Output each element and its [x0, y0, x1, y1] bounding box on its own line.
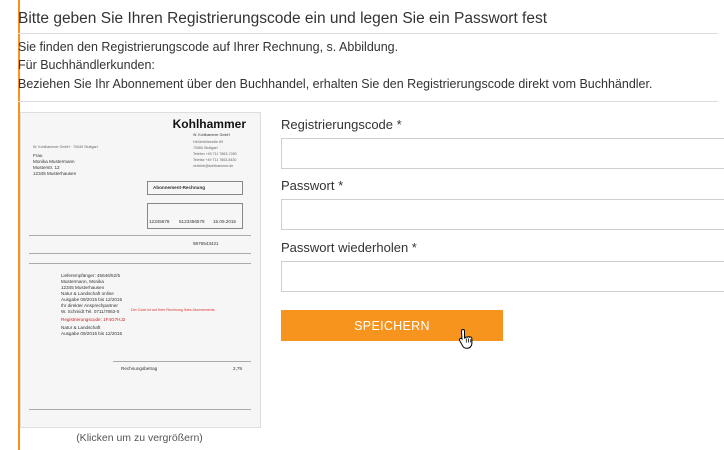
- invoice-title: Abonnement-Rechnung: [153, 185, 206, 190]
- invoice-sender-line: W. Kohlhammer GmbH · 70549 Stuttgart: [33, 145, 98, 149]
- invoice-item-line: Natur & Landschaft online: [61, 291, 114, 296]
- invoice-item-line: Mustermann, Monika: [61, 279, 104, 284]
- invoice-item-line: Natur & Landschaft: [61, 325, 101, 330]
- invoice-date: 15.09.2015: [213, 219, 236, 224]
- invoice-recipient-line: Frau: [33, 153, 43, 158]
- invoice-recipient-line: 12345 Musterhausen: [33, 171, 77, 176]
- invoice-number-box: [147, 203, 243, 229]
- invoice-order-no: 9876543421: [193, 241, 219, 246]
- invoice-address-line: vertrieb@kohlhammer.de: [193, 164, 234, 168]
- registration-code-input[interactable]: [281, 138, 724, 169]
- password-input[interactable]: [281, 199, 724, 230]
- invoice-recipient-line: Musterstr. 12: [33, 165, 60, 170]
- invoice-footer-rule: [29, 409, 251, 410]
- password-repeat-input[interactable]: [281, 261, 724, 292]
- invoice-item-line: Ihr direkter Ansprechpartner: [61, 303, 118, 308]
- registration-code-label: Registrierungscode *: [281, 117, 402, 132]
- invoice-item-line: Ausgabe 09/2015 bis 12/2015: [61, 297, 123, 302]
- invoice-address-line: Telefon +49 711 7863-7280: [193, 152, 237, 156]
- invoice-registration-code: Registrierungscode: 1F4G7HJ2: [61, 317, 126, 322]
- invoice-item-line: Ausgabe 09/2015 bis 12/2015: [61, 331, 123, 336]
- invoice-recipient-line: Monika Mustermann: [33, 159, 75, 164]
- info-text-2: Für Buchhändlerkunden:: [18, 58, 155, 72]
- invoice-number: 5123456578: [179, 219, 205, 224]
- invoice-address-line: Telefax +49 711 7863-8430: [193, 158, 237, 162]
- invoice-rule: [29, 253, 251, 254]
- invoice-address-line: 70565 Stuttgart: [193, 146, 218, 150]
- page-title: Bitte geben Sie Ihren Registrierungscode…: [18, 10, 548, 27]
- invoice-address-line: Heßbrühlstraße 69: [193, 140, 223, 144]
- invoice-rule: [29, 263, 251, 264]
- invoice-thumbnail[interactable]: Kohlhammer W. Kohlhammer GmbH Heßbrühlst…: [20, 112, 261, 428]
- title-divider: [18, 33, 718, 34]
- info-divider: [18, 101, 718, 102]
- hand-pointer-icon: [458, 328, 476, 355]
- info-text-3: Beziehen Sie Ihr Abonnement über den Buc…: [18, 77, 653, 91]
- password-label: Passwort *: [281, 178, 344, 193]
- invoice-rule: [29, 235, 251, 236]
- invoice-item-line: 12345 Musterhausen: [61, 285, 105, 290]
- invoice-total-value: 2,79: [233, 366, 242, 371]
- invoice-logo: Kohlhammer: [172, 117, 246, 131]
- enlarge-caption[interactable]: (Klicken um zu vergrößern): [20, 432, 259, 444]
- info-text-1: Sie finden den Registrierungscode auf Ih…: [18, 40, 399, 54]
- invoice-number: 12345678: [149, 219, 170, 224]
- password-repeat-label: Passwort wiederholen *: [281, 240, 417, 255]
- invoice-item-line: Lieferempfänger: 45646/52/5: [61, 273, 120, 278]
- invoice-publisher: W. Kohlhammer GmbH: [193, 133, 230, 137]
- invoice-rule: [113, 361, 251, 362]
- invoice-code-note: Der Code ist auf Ihrer Rechnung Ihres Ab…: [131, 308, 215, 312]
- invoice-total-label: Rechnungsbetrag: [121, 366, 158, 371]
- invoice-item-line: W. Schmidt Tel. 0711/7863-0: [61, 309, 120, 314]
